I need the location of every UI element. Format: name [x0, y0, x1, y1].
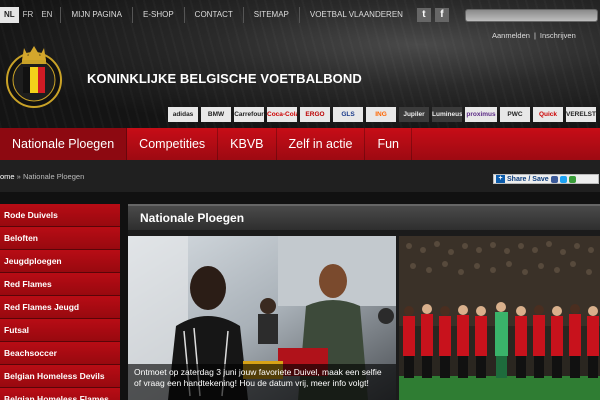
sponsor-bmw[interactable]: BMW: [201, 107, 231, 122]
main-navigation: Nationale Ploegen Competities KBVB Zelf …: [0, 128, 600, 160]
top-link-contact[interactable]: CONTACT: [183, 7, 243, 23]
sidebar-item-homeless-devils[interactable]: Belgian Homeless Devils: [0, 365, 120, 388]
top-navigation: NL FR EN MIJN PAGINA E-SHOP CONTACT SITE…: [0, 7, 449, 23]
sponsor-pwc[interactable]: PWC: [500, 107, 530, 122]
sidebar: Rode Duivels Beloften Jeugdploegen Red F…: [0, 204, 120, 400]
login-link[interactable]: Aanmelden: [492, 31, 530, 40]
breadcrumb-separator: »: [14, 172, 23, 181]
sidebar-item-rode-duivels[interactable]: Rode Duivels: [0, 204, 120, 227]
nav-fun[interactable]: Fun: [365, 128, 412, 160]
main-content: Nationale Ploegen Ontmoet op zaterdag 3 …: [128, 204, 600, 400]
team-lineup-image: [399, 236, 600, 400]
sidebar-item-red-flames-jeugd[interactable]: Red Flames Jeugd: [0, 296, 120, 319]
language-en[interactable]: EN: [37, 7, 56, 23]
sponsor-logos: adidas BMW Carrefour Coca-Cola ERGO GLS …: [168, 107, 596, 122]
top-link-voetbal-vlaanderen[interactable]: VOETBAL VLAANDEREN: [298, 7, 413, 23]
sponsor-carrefour[interactable]: Carrefour: [234, 107, 264, 122]
brand-name[interactable]: KONINKLIJKE BELGISCHE VOETBALBOND: [87, 71, 362, 86]
sidebar-item-jeugdploegen[interactable]: Jeugdploegen: [0, 250, 120, 273]
sidebar-item-futsal[interactable]: Futsal: [0, 319, 120, 342]
sponsor-proximus[interactable]: proximus: [465, 107, 497, 122]
site-header: NL FR EN MIJN PAGINA E-SHOP CONTACT SITE…: [0, 0, 600, 128]
twitter-icon[interactable]: t: [416, 8, 431, 22]
share-button[interactable]: + Share / Save: [493, 174, 599, 184]
breadcrumb-current: Nationale Ploegen: [22, 172, 85, 181]
news-caption[interactable]: Ontmoet op zaterdag 3 juni jouw favoriet…: [128, 364, 396, 400]
sidebar-item-red-flames[interactable]: Red Flames: [0, 273, 120, 296]
sidebar-item-beloften[interactable]: Beloften: [0, 227, 120, 250]
sponsor-adidas[interactable]: adidas: [168, 107, 198, 122]
nav-competities[interactable]: Competities: [127, 128, 219, 160]
top-link-mijn-pagina[interactable]: MIJN PAGINA: [60, 7, 132, 23]
sponsor-coca-cola[interactable]: Coca-Cola: [267, 107, 297, 122]
facebook-share-icon[interactable]: [550, 175, 558, 183]
facebook-icon[interactable]: f: [434, 8, 449, 22]
auth-links: Aanmelden | Inschrijven: [490, 31, 578, 40]
nav-nationale-ploegen[interactable]: Nationale Ploegen: [0, 128, 128, 160]
kbvb-crest-logo[interactable]: [6, 40, 62, 112]
share-label: Share / Save: [507, 175, 549, 183]
breadcrumb-home[interactable]: ome: [0, 172, 15, 181]
sponsor-gls[interactable]: GLS: [333, 107, 363, 122]
twitter-share-icon[interactable]: [559, 175, 567, 183]
breadcrumb: ome » Nationale Ploegen: [0, 172, 84, 181]
sponsor-ergo[interactable]: ERGO: [300, 107, 330, 122]
sponsor-quick[interactable]: Quick: [533, 107, 563, 122]
sidebar-item-homeless-flames[interactable]: Belgian Homeless Flames: [0, 388, 120, 400]
email-share-icon[interactable]: [568, 175, 576, 183]
team-lineup-photo[interactable]: [399, 236, 600, 400]
sponsor-ing[interactable]: ING: [366, 107, 396, 122]
nav-kbvb[interactable]: KBVB: [218, 128, 277, 160]
sidebar-item-beachsoccer[interactable]: Beachsoccer: [0, 342, 120, 365]
register-link[interactable]: Inschrijven: [540, 31, 576, 40]
sponsor-jupiler[interactable]: Jupiler: [399, 107, 429, 122]
nav-zelf-in-actie[interactable]: Zelf in actie: [277, 128, 366, 160]
sponsor-verelst[interactable]: VERELST: [566, 107, 596, 122]
fan-event-photo[interactable]: Ontmoet op zaterdag 3 juni jouw favoriet…: [128, 236, 396, 400]
top-link-eshop[interactable]: E-SHOP: [132, 7, 184, 23]
search-input[interactable]: [465, 9, 598, 22]
top-link-sitemap[interactable]: SITEMAP: [242, 7, 299, 23]
page-title: Nationale Ploegen: [128, 204, 600, 230]
language-fr[interactable]: FR: [19, 7, 38, 23]
auth-separator: |: [533, 31, 536, 40]
plus-icon: +: [496, 175, 505, 183]
sponsor-lumineus[interactable]: Lumineus: [432, 107, 462, 122]
language-nl[interactable]: NL: [0, 7, 19, 23]
